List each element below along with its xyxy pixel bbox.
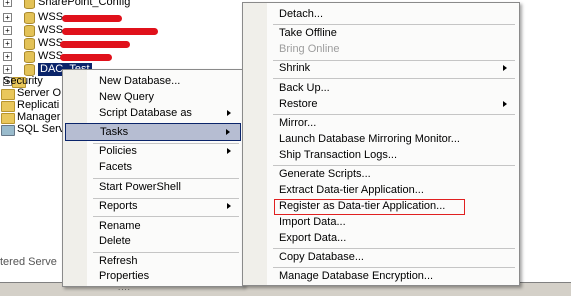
redaction-mark [62, 15, 122, 22]
menu-item-label: Extract Data-tier Application... [279, 184, 424, 196]
menu-item-label: Facets [99, 161, 133, 173]
menu-item-label: Detach... [279, 8, 324, 20]
menu-item-label: New Database... [99, 75, 181, 87]
menu-item-export-data[interactable]: Export Data... [245, 229, 517, 247]
menu-item-label: Rename [99, 220, 141, 232]
redaction-mark [60, 41, 130, 48]
tasks-submenu: Detach... Take Offline Bring Online Shri… [242, 2, 520, 286]
menu-item-start-powershell[interactable]: Start PowerShell [65, 178, 241, 196]
expand-icon[interactable]: + [3, 65, 12, 74]
menu-item-copy-database[interactable]: Copy Database... [245, 248, 517, 266]
menu-item-label: Script Database as [99, 107, 192, 119]
menu-item-detach[interactable]: Detach... [245, 5, 517, 23]
menu-item-label: Launch Database Mirroring Monitor... [279, 133, 460, 145]
database-icon [24, 51, 35, 63]
menu-item-label: Start PowerShell [99, 181, 181, 193]
submenu-arrow-icon [227, 148, 231, 154]
tree-node-sharepoint-config[interactable]: + SharePoint_Config [0, 0, 240, 9]
menu-item-label: Take Offline [279, 27, 337, 39]
folder-icon [1, 113, 15, 124]
database-icon [24, 12, 35, 24]
menu-item-label: Ship Transaction Logs... [279, 149, 398, 161]
menu-item-shrink[interactable]: Shrink [245, 59, 517, 77]
menu-item-label: Import Data... [279, 216, 346, 228]
menu-item-manage-database-encryption[interactable]: Manage Database Encryption... [245, 267, 517, 285]
database-icon [24, 25, 35, 37]
menu-item-label: Tasks [100, 126, 129, 138]
menu-item-label: Shrink [279, 62, 311, 74]
database-context-menu: New Database... New Query Script Databas… [62, 69, 244, 287]
menu-item-label: Manage Database Encryption... [279, 270, 434, 282]
tree-node-wss-2[interactable]: + WSS [0, 24, 240, 37]
database-icon [24, 38, 35, 50]
redaction-mark [60, 54, 112, 61]
expand-icon[interactable]: + [3, 0, 12, 7]
menu-item-delete[interactable]: Delete [65, 232, 241, 250]
menu-item-facets[interactable]: Facets [65, 158, 241, 176]
menu-item-label: Generate Scripts... [279, 168, 371, 180]
menu-item-label: Refresh [99, 255, 138, 267]
folder-icon [1, 101, 15, 112]
redaction-mark [62, 28, 158, 35]
menu-item-restore[interactable]: Restore [245, 95, 517, 113]
menu-item-label: Restore [279, 98, 318, 110]
submenu-arrow-icon [503, 65, 507, 71]
menu-item-label: New Query [99, 91, 155, 103]
menu-item-tasks[interactable]: Tasks [65, 123, 241, 141]
expand-icon[interactable]: + [3, 39, 12, 48]
expand-icon[interactable]: + [3, 13, 12, 22]
menu-item-label: Bring Online [279, 43, 340, 55]
menu-item-bring-online: Bring Online [245, 40, 517, 58]
agent-icon [1, 125, 15, 136]
expand-icon[interactable]: + [3, 52, 12, 61]
menu-item-label: Mirror... [279, 117, 317, 129]
menu-item-label: Policies [99, 145, 137, 157]
menu-item-label: Reports [99, 200, 138, 212]
database-icon [24, 0, 35, 9]
menu-item-label: Copy Database... [279, 251, 364, 263]
menu-item-ship-transaction-logs[interactable]: Ship Transaction Logs... [245, 146, 517, 164]
submenu-arrow-icon [226, 129, 230, 135]
menu-item-script-database-as[interactable]: Script Database as [65, 104, 241, 122]
submenu-arrow-icon [227, 203, 231, 209]
folder-icon [1, 89, 15, 100]
tree-node-wss-3[interactable]: + WSS [0, 37, 240, 50]
menu-item-label: Delete [99, 235, 131, 247]
tree-node-wss-1[interactable]: + WSS [0, 11, 240, 24]
menu-item-properties[interactable]: Properties [65, 267, 241, 285]
tree-node-wss-4[interactable]: + WSS [0, 50, 240, 63]
menu-item-label: Export Data... [279, 232, 347, 244]
menu-item-label: Back Up... [279, 82, 330, 94]
menu-item-label: Properties [99, 270, 150, 282]
submenu-arrow-icon [227, 110, 231, 116]
expand-icon[interactable]: + [3, 26, 12, 35]
submenu-arrow-icon [503, 101, 507, 107]
menu-item-reports[interactable]: Reports [65, 197, 241, 215]
